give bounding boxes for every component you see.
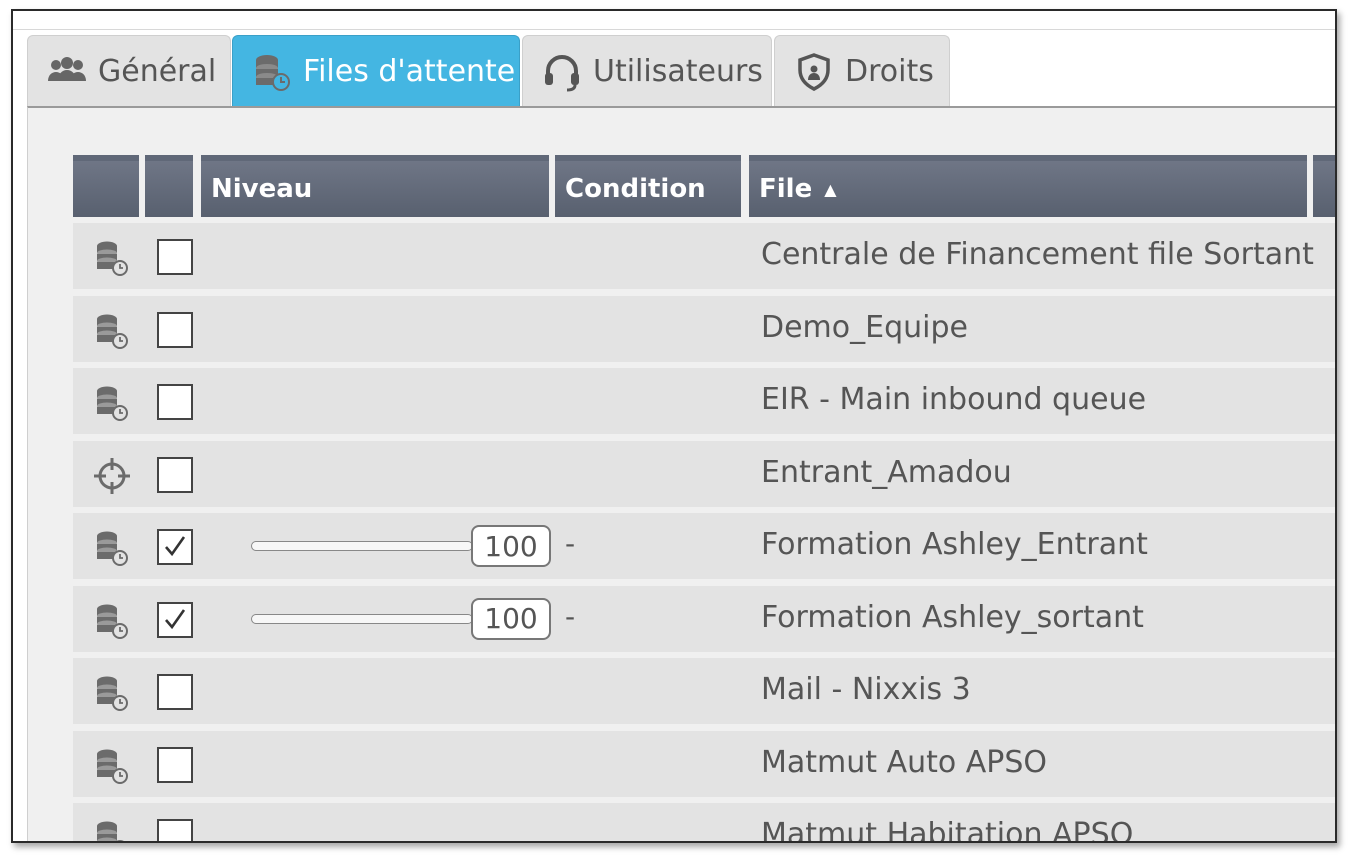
file-name: Formation Ashley_sortant <box>761 599 1144 635</box>
condition-value: - <box>565 599 576 633</box>
row-checkbox[interactable] <box>157 746 193 783</box>
header-file[interactable]: File ▲ <box>749 155 1307 217</box>
row-checkbox[interactable] <box>157 456 193 493</box>
file-name: Centrale de Financement file Sortant <box>761 237 1314 272</box>
header-icon-column <box>73 155 139 217</box>
level-slider[interactable] <box>251 613 473 624</box>
table-row[interactable]: Demo_Equipe <box>73 295 1335 362</box>
file-name: Demo_Equipe <box>761 309 968 345</box>
tab-utilisateurs-label: Utilisateurs <box>593 54 763 89</box>
file-name: Mail - Nixxis 3 <box>761 672 971 707</box>
tab-droits[interactable]: Droits <box>774 35 950 107</box>
crosshair-icon <box>91 455 133 497</box>
table-row[interactable]: 100- Formation Ashley_sortant <box>73 585 1335 652</box>
file-name: Formation Ashley_Entrant <box>761 527 1148 562</box>
row-checkbox[interactable] <box>157 819 193 841</box>
app-window: Général Files d'attente Utilisateurs Dro… <box>11 9 1337 843</box>
header-check-column <box>145 155 193 217</box>
queue-icon <box>91 672 133 714</box>
level-slider[interactable] <box>251 541 473 551</box>
queue-icon <box>91 527 133 569</box>
tab-general[interactable]: Général <box>27 35 231 107</box>
queue-icon <box>251 51 293 93</box>
level-value[interactable]: 100 <box>471 525 551 567</box>
file-name: EIR - Main inbound queue <box>761 382 1147 417</box>
table-row[interactable]: Mail - Nixxis 3 <box>73 658 1335 724</box>
row-checkbox[interactable] <box>157 311 193 348</box>
row-checkbox[interactable] <box>157 529 193 565</box>
header-extra <box>1313 155 1335 217</box>
row-checkbox[interactable] <box>157 601 193 638</box>
queue-icon <box>91 310 133 352</box>
queue-icon <box>91 817 133 841</box>
tab-droits-label: Droits <box>845 54 934 89</box>
queue-icon <box>91 600 133 642</box>
queue-icon <box>91 237 133 279</box>
row-checkbox[interactable] <box>157 384 193 420</box>
file-name: Matmut Auto APSO <box>761 744 1048 780</box>
tab-files-attente[interactable]: Files d'attente <box>232 35 520 107</box>
shield-icon <box>793 51 835 93</box>
users-icon <box>46 51 88 93</box>
file-name: Matmut Habitation APSO <box>761 817 1134 843</box>
tab-utilisateurs[interactable]: Utilisateurs <box>522 35 772 107</box>
header-condition[interactable]: Condition <box>555 155 741 217</box>
top-bar <box>13 11 1335 30</box>
table-row[interactable]: Centrale de Financement file Sortant <box>73 223 1335 289</box>
headset-icon <box>541 51 583 93</box>
table-row[interactable]: Entrant_Amadou <box>73 440 1335 507</box>
level-value[interactable]: 100 <box>471 597 551 640</box>
queue-icon <box>91 745 133 787</box>
file-name: Entrant_Amadou <box>761 454 1012 490</box>
row-checkbox[interactable] <box>157 239 193 275</box>
table-row[interactable]: 100- Formation Ashley_Entrant <box>73 513 1335 579</box>
row-checkbox[interactable] <box>157 674 193 710</box>
table-row[interactable]: Matmut Auto APSO <box>73 730 1335 797</box>
queue-icon <box>91 382 133 424</box>
condition-value: - <box>565 527 576 560</box>
sort-ascending-icon: ▲ <box>824 179 837 199</box>
table-row[interactable]: Matmut Habitation APSO <box>73 803 1335 843</box>
table-row[interactable]: EIR - Main inbound queue <box>73 368 1335 434</box>
header-niveau[interactable]: Niveau <box>201 155 549 217</box>
tab-general-label: Général <box>98 54 217 89</box>
tab-files-attente-label: Files d'attente <box>303 54 516 89</box>
